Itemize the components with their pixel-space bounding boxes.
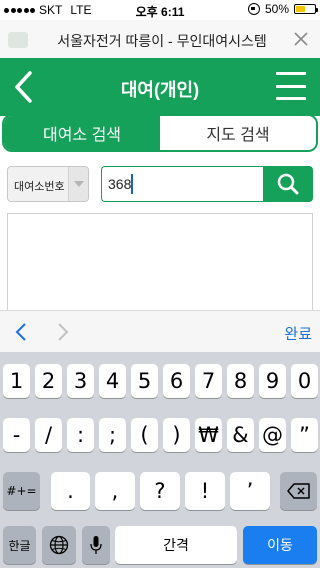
globe-icon xyxy=(49,535,69,555)
search-results xyxy=(7,213,313,313)
key-7[interactable]: 7 xyxy=(195,364,222,398)
globe-key[interactable] xyxy=(42,526,76,564)
search-tabs: 대여소 검색 지도 검색 xyxy=(2,114,318,152)
search-type-select[interactable]: 대여소번호 xyxy=(7,166,89,202)
browser-title: 서울자전거 따릉이 - 무인대여시스템 xyxy=(57,33,267,49)
key-question[interactable]: ? xyxy=(140,472,180,510)
key-3[interactable]: 3 xyxy=(67,364,94,398)
key-6[interactable]: 6 xyxy=(163,364,190,398)
key-9[interactable]: 9 xyxy=(259,364,286,398)
chevron-down-icon xyxy=(68,167,88,201)
battery-icon xyxy=(294,4,318,14)
key-0[interactable]: 0 xyxy=(291,364,318,398)
browser-title-bar: 서울자전거 따릉이 - 무인대여시스템 xyxy=(0,20,320,60)
search-icon xyxy=(277,173,299,195)
key-hyphen[interactable]: - xyxy=(3,418,30,452)
menu-icon[interactable] xyxy=(276,72,306,100)
key-slash[interactable]: / xyxy=(35,418,62,452)
status-right: 50% xyxy=(247,2,318,16)
space-key[interactable]: 간격 xyxy=(115,526,237,564)
key-won[interactable]: ₩ xyxy=(195,418,222,452)
key-period[interactable]: . xyxy=(51,472,90,510)
keyboard: 1 2 3 4 5 6 7 8 9 0 - / : ; ( ) ₩ & @ ” … xyxy=(0,352,320,568)
key-1[interactable]: 1 xyxy=(3,364,30,398)
key-ampersand[interactable]: & xyxy=(227,418,254,452)
next-field-icon[interactable] xyxy=(55,322,71,342)
key-colon[interactable]: : xyxy=(67,418,94,452)
tab-station-search[interactable]: 대여소 검색 xyxy=(4,116,160,150)
text-caret xyxy=(131,174,133,194)
previous-field-icon[interactable] xyxy=(13,322,29,342)
search-type-value: 대여소번호 xyxy=(14,181,65,193)
rotation-lock-icon xyxy=(247,3,260,15)
keyboard-accessory-bar: 완료 xyxy=(0,310,320,352)
tab-map-search[interactable]: 지도 검색 xyxy=(160,116,316,150)
key-2[interactable]: 2 xyxy=(35,364,62,398)
key-quote[interactable]: ” xyxy=(291,418,318,452)
tab-ghost-icon xyxy=(8,32,28,48)
key-4[interactable]: 4 xyxy=(99,364,126,398)
language-key[interactable]: 한글 xyxy=(3,526,36,564)
dictation-key[interactable] xyxy=(82,526,110,564)
done-button[interactable]: 완료 xyxy=(284,323,312,344)
symbols-shift-key[interactable]: #+= xyxy=(3,472,40,510)
key-semicolon[interactable]: ; xyxy=(99,418,126,452)
battery-percent: 50% xyxy=(264,2,289,16)
key-at[interactable]: @ xyxy=(259,418,286,452)
key-apostrophe[interactable]: ’ xyxy=(230,472,270,510)
microphone-icon xyxy=(90,536,102,554)
page-title: 대여(개인) xyxy=(120,80,200,100)
close-icon[interactable] xyxy=(292,30,310,48)
search-button[interactable] xyxy=(263,166,313,202)
key-open-paren[interactable]: ( xyxy=(131,418,158,452)
backspace-key[interactable] xyxy=(280,472,317,510)
app-header: 대여(개인) xyxy=(0,58,320,116)
backspace-icon xyxy=(286,483,310,499)
key-8[interactable]: 8 xyxy=(227,364,254,398)
search-input[interactable] xyxy=(101,166,265,202)
key-exclamation[interactable]: ! xyxy=(185,472,225,510)
status-bar: SKT LTE 오후 6:11 50% xyxy=(0,0,320,20)
key-5[interactable]: 5 xyxy=(131,364,158,398)
key-close-paren[interactable]: ) xyxy=(163,418,190,452)
key-comma[interactable]: , xyxy=(95,472,135,510)
go-key[interactable]: 이동 xyxy=(243,526,317,564)
